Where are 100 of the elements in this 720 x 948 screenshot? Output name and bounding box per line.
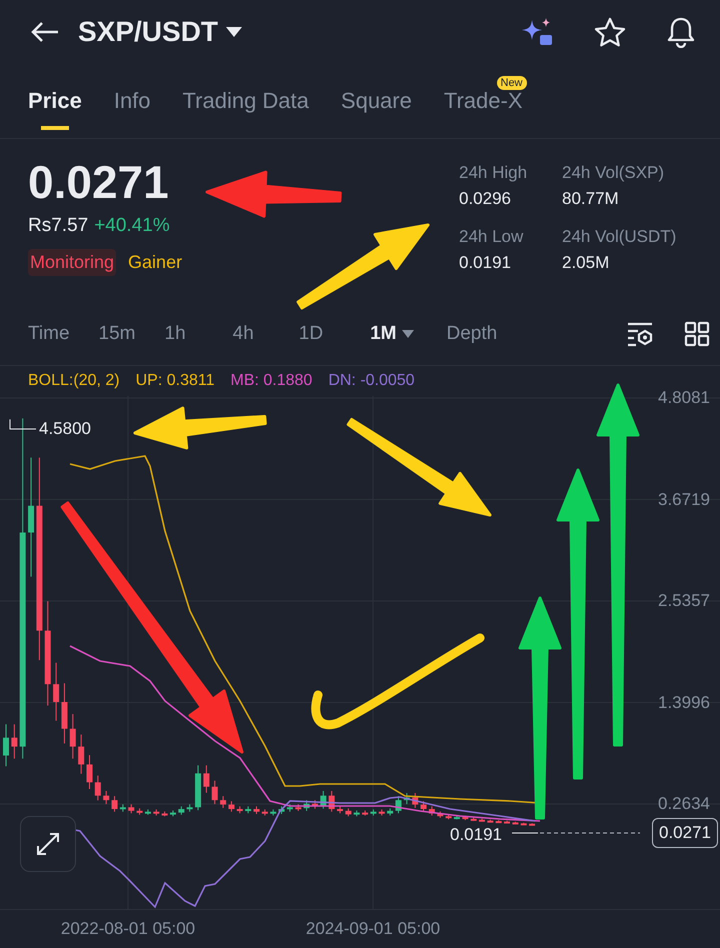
stat-label: 24h High	[459, 163, 528, 183]
tab[interactable]: Price	[28, 64, 82, 138]
price-axis-label: 4.8081	[658, 388, 710, 408]
candlestick	[254, 806, 260, 814]
candlestick	[278, 806, 285, 814]
new-badge: New	[496, 76, 527, 90]
candlestick	[212, 780, 218, 805]
candlestick	[437, 811, 444, 818]
candlestick	[529, 822, 536, 826]
candlestick	[270, 808, 276, 816]
candlestick	[470, 817, 477, 822]
price-axis-label: 2.5357	[658, 591, 710, 611]
candlestick	[462, 815, 468, 821]
candlestick	[328, 790, 335, 812]
candlestick	[195, 764, 202, 811]
candlestick	[370, 808, 376, 816]
high-marker: 4.5800	[39, 419, 91, 439]
candlestick	[478, 818, 485, 822]
price-axis-label: 0.2634	[658, 794, 710, 814]
candlestick	[245, 806, 252, 814]
candlestick	[220, 796, 226, 808]
candlestick	[454, 815, 460, 820]
leader-line	[512, 832, 538, 834]
interval-tab[interactable]: 1h	[164, 323, 186, 345]
candlestick	[236, 806, 243, 814]
candlestick	[520, 822, 527, 826]
candlestick	[103, 790, 110, 805]
caret-icon	[402, 330, 414, 338]
stat-value: 2.05M	[562, 253, 610, 273]
candlestick	[162, 811, 168, 817]
leader-line	[10, 418, 36, 430]
fiat-price: Rs7.57	[28, 215, 88, 237]
expand-icon	[34, 830, 62, 858]
candlestick	[286, 804, 293, 812]
candlestick	[128, 804, 134, 814]
candlestick	[312, 800, 318, 810]
candlestick	[337, 806, 343, 814]
upper-band-value: UP: 0.3811	[136, 372, 214, 390]
price-axis-label: 3.6719	[658, 490, 710, 510]
tag[interactable]: Gainer	[126, 249, 184, 276]
interval-tab[interactable]: 1D	[298, 323, 324, 345]
tab[interactable]: Trading Data	[182, 64, 309, 138]
candlestick	[304, 800, 310, 812]
indicator-name: BOLL:(20, 2)	[28, 372, 120, 390]
candlestick	[345, 808, 352, 817]
interval-tab[interactable]: 4h	[232, 323, 254, 345]
candlestick	[487, 819, 494, 823]
candlestick	[11, 724, 18, 760]
candlestick	[446, 814, 452, 820]
candlestick	[412, 792, 418, 808]
expand-button[interactable]	[20, 816, 76, 872]
candlestick	[120, 804, 126, 812]
stat-label: 24h Vol(SXP)	[562, 163, 666, 183]
grid-icon[interactable]	[684, 321, 710, 347]
interval-tab[interactable]: Depth	[446, 323, 498, 345]
star-icon[interactable]	[594, 17, 626, 47]
pair-title: SXP/USDT	[78, 16, 218, 48]
candlestick	[395, 796, 402, 814]
candlestick	[354, 810, 360, 817]
candlestick	[3, 724, 9, 767]
candlestick	[53, 662, 60, 722]
candlestick	[144, 808, 151, 816]
candlestick	[228, 800, 234, 812]
candlestick	[362, 810, 368, 816]
candlestick	[262, 808, 268, 816]
back-button[interactable]	[30, 20, 60, 44]
candlestick	[94, 775, 101, 801]
indicator-settings-icon[interactable]	[626, 321, 654, 347]
bell-icon[interactable]	[666, 16, 696, 48]
candlestick	[420, 800, 426, 812]
stat-value: 80.77M	[562, 189, 620, 209]
middle-band-value: MB: 0.1880	[230, 372, 312, 390]
candlestick	[496, 820, 502, 824]
price-change: +40.41%	[94, 215, 170, 237]
candlestick	[170, 810, 176, 817]
candlestick	[70, 714, 76, 760]
tag[interactable]: Monitoring	[28, 249, 116, 276]
candlestick	[404, 792, 410, 805]
candlestick	[112, 796, 118, 812]
candlestick	[61, 682, 68, 744]
date-axis-label: 2024-09-01 05:00	[306, 919, 440, 939]
stat-value: 0.0191	[459, 253, 512, 273]
candlestick	[428, 806, 435, 816]
interval-tab[interactable]: 15m	[98, 323, 136, 345]
candlestick	[504, 820, 510, 824]
interval-tab[interactable]: 1M	[370, 323, 414, 345]
interval-tab[interactable]: Time	[28, 323, 70, 345]
lower-band-value: DN: -0.0050	[328, 372, 415, 390]
candlestick	[153, 808, 160, 816]
candlestick	[186, 804, 193, 812]
candlestick	[136, 808, 143, 816]
caret-icon[interactable]	[226, 27, 242, 37]
date-axis-label: 2022-08-01 05:00	[60, 919, 196, 939]
stat-value: 0.0296	[459, 189, 512, 209]
candlestick	[295, 804, 302, 812]
tab[interactable]: Info	[114, 64, 151, 138]
last-price: 0.0271	[28, 155, 169, 209]
tab[interactable]: Square	[340, 64, 412, 138]
candlestick	[378, 808, 385, 816]
candlestick	[320, 790, 326, 810]
